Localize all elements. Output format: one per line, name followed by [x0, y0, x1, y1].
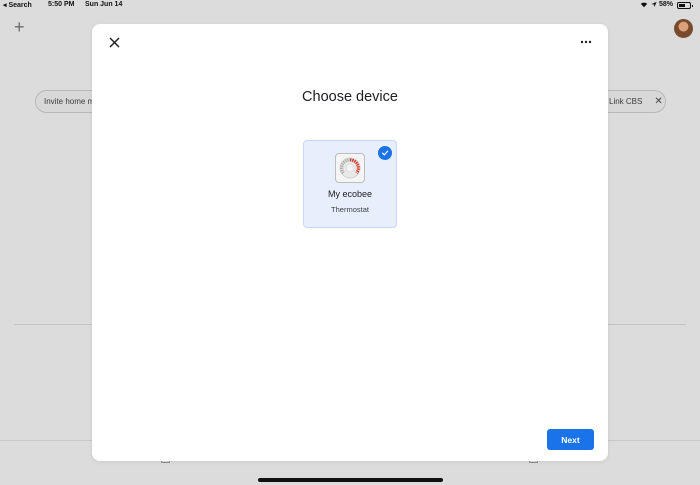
next-button[interactable]: Next [547, 429, 594, 450]
chip-close-icon[interactable]: ✕ [654, 96, 662, 107]
device-card-my-ecobee[interactable]: My ecobee Thermostat [303, 140, 397, 228]
avatar[interactable] [674, 19, 693, 38]
more-options-button[interactable] [576, 32, 596, 52]
home-indicator[interactable] [258, 478, 443, 482]
wifi-icon [640, 2, 648, 8]
link-chip-label: Link CBS [609, 97, 643, 106]
device-name: My ecobee [327, 189, 373, 199]
status-bar: ◂ Search 5:50 PM Sun Jun 14 58% [0, 0, 700, 11]
status-date: Sun Jun 14 [85, 1, 123, 8]
close-icon [109, 37, 119, 47]
battery-percent: 58% [659, 1, 674, 8]
battery-icon [677, 2, 693, 9]
more-horizontal-icon [580, 40, 592, 44]
invite-chip-label: Invite home m [44, 97, 95, 106]
location-icon [651, 1, 657, 8]
thermostat-thumbnail [335, 153, 365, 183]
selected-check-icon [378, 146, 392, 160]
close-button[interactable] [104, 32, 124, 52]
device-type: Thermostat [331, 205, 369, 214]
choose-device-dialog: Choose device My ecobee Thermostat Next [92, 24, 608, 461]
status-time: 5:50 PM [48, 1, 75, 8]
thermostat-icon [339, 157, 361, 179]
dialog-title: Choose device [302, 89, 398, 105]
status-icons [640, 1, 657, 8]
add-icon[interactable]: + [14, 18, 25, 36]
back-to-search-link[interactable]: ◂ Search [3, 1, 32, 9]
